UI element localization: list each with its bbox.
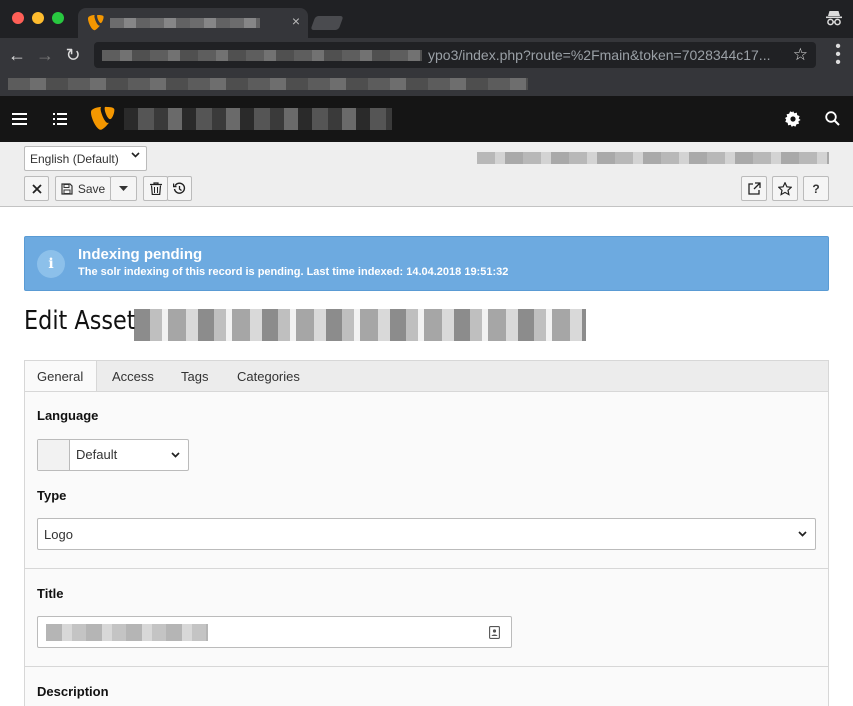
info-icon: i	[37, 250, 65, 278]
typo3-logo-icon[interactable]	[91, 106, 115, 132]
trash-icon	[149, 182, 162, 195]
edit-form: Language Default Type Logo Title Descrip…	[24, 391, 829, 706]
module-list-icon[interactable]	[53, 112, 67, 126]
close-window-button[interactable]	[12, 12, 24, 24]
delete-button[interactable]	[143, 176, 168, 201]
url-text: ypo3/index.php?route=%2Fmain&token=70283…	[428, 47, 771, 63]
type-select-value: Logo	[44, 527, 73, 542]
caret-down-icon	[119, 186, 128, 191]
section-divider	[25, 666, 828, 667]
close-button[interactable]	[24, 176, 49, 201]
section-divider	[25, 568, 828, 569]
chevron-down-icon	[171, 452, 180, 458]
language-field[interactable]: Default	[37, 439, 189, 471]
type-select[interactable]: Logo	[37, 518, 816, 550]
history-icon	[173, 182, 186, 194]
address-bar[interactable]: ypo3/index.php?route=%2Fmain&token=70283…	[94, 42, 816, 68]
browser-tab[interactable]: ×	[78, 8, 308, 38]
menu-toggle-icon[interactable]	[12, 113, 27, 125]
browser-toolbar: ← → ↻ ypo3/index.php?route=%2Fmain&token…	[0, 38, 853, 72]
tab-access-label: Access	[112, 369, 154, 384]
tab-close-icon[interactable]: ×	[292, 13, 300, 29]
save-button[interactable]: Save	[55, 176, 111, 201]
star-icon[interactable]: ☆	[793, 45, 808, 65]
language-field-value: Default	[76, 447, 118, 462]
tab-title-redacted	[110, 18, 260, 28]
page-title: Edit Asset	[24, 306, 136, 336]
incognito-icon	[826, 11, 842, 26]
tab-general-label: General	[37, 369, 84, 384]
alert-message: The solr indexing of this record is pend…	[78, 266, 509, 278]
tab-general[interactable]: General	[25, 361, 97, 394]
tab-categories-label: Categories	[237, 369, 300, 384]
language-select[interactable]: English (Default)	[24, 146, 147, 171]
chevron-down-icon	[131, 152, 140, 158]
title-label: Title	[37, 586, 64, 601]
zoom-window-button[interactable]	[52, 12, 64, 24]
external-link-icon	[747, 182, 761, 195]
chevron-down-icon	[798, 531, 807, 537]
save-button-label: Save	[77, 181, 106, 196]
reload-icon[interactable]: ↻	[62, 44, 84, 66]
save-dropdown-button[interactable]	[110, 176, 137, 201]
tab-tags-label: Tags	[181, 369, 209, 384]
contact-card-icon[interactable]	[489, 626, 500, 639]
site-name-redacted	[124, 108, 392, 130]
language-label: Language	[37, 408, 99, 423]
alert-title: Indexing pending	[78, 246, 203, 263]
title-input[interactable]	[37, 616, 512, 648]
title-value-redacted	[46, 624, 208, 641]
history-button[interactable]	[167, 176, 192, 201]
bookmarks-bar	[0, 72, 853, 96]
docheader: English (Default) Save ?	[0, 142, 853, 207]
info-alert: i Indexing pending The solr indexing of …	[24, 236, 829, 291]
form-tabs: General Access Tags Categories	[24, 360, 829, 394]
search-icon[interactable]	[825, 111, 840, 126]
forward-icon[interactable]: →	[34, 44, 56, 66]
browser-titlebar: ×	[0, 0, 853, 38]
back-icon[interactable]: ←	[6, 44, 28, 66]
language-select-value: English (Default)	[30, 152, 119, 166]
url-redacted	[102, 50, 422, 61]
bookmarks-redacted	[8, 78, 528, 90]
typo3-topbar	[0, 96, 853, 142]
help-icon: ?	[812, 181, 820, 196]
star-outline-icon	[778, 181, 792, 196]
menu-icon[interactable]: • • •	[835, 39, 841, 71]
tab-access[interactable]: Access	[112, 361, 154, 393]
minimize-window-button[interactable]	[32, 12, 44, 24]
typo3-favicon-icon	[88, 15, 104, 31]
open-new-window-button[interactable]	[741, 176, 767, 201]
help-button[interactable]: ?	[803, 176, 829, 201]
tab-tags[interactable]: Tags	[181, 361, 208, 393]
close-icon	[31, 183, 42, 194]
description-label: Description	[37, 684, 109, 699]
language-flag-placeholder	[38, 440, 70, 470]
tab-categories[interactable]: Categories	[237, 361, 300, 393]
settings-icon[interactable]	[785, 111, 801, 127]
bookmark-button[interactable]	[772, 176, 798, 201]
new-tab-button[interactable]	[310, 16, 344, 30]
record-path-redacted	[477, 152, 829, 164]
type-label: Type	[37, 488, 67, 503]
save-icon	[61, 182, 73, 195]
record-title-redacted	[134, 309, 586, 341]
